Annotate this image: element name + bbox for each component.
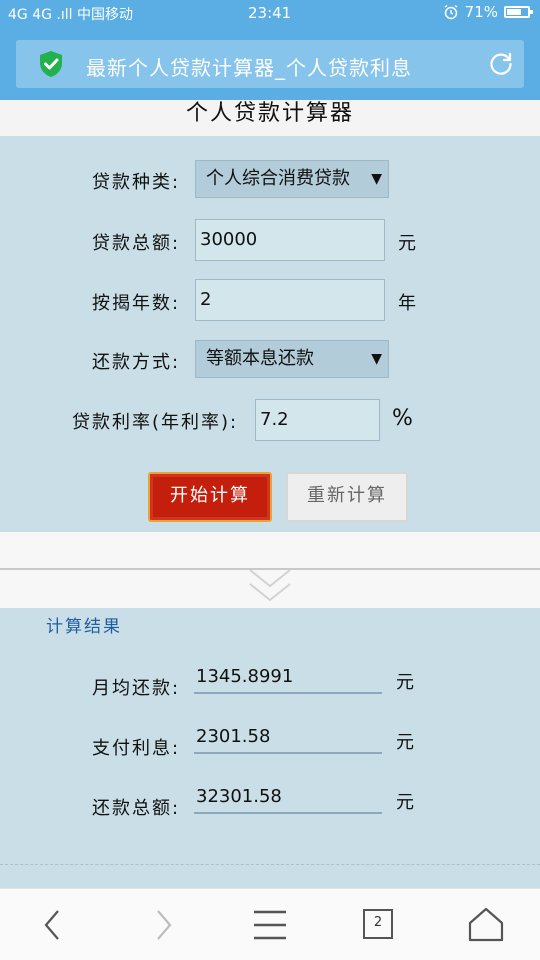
battery-fill (507, 9, 522, 15)
menu-icon[interactable] (248, 903, 292, 947)
section-divider (0, 532, 540, 608)
total-repay-value: 32301.58 (194, 784, 382, 814)
loan-type-value: 个人综合消费贷款 (206, 168, 350, 189)
page-heading-bar: 个人贷款计算器 (0, 100, 540, 136)
browser-header: 最新个人贷款计算器_个人贷款利息 (0, 28, 540, 100)
dashed-divider (0, 864, 540, 865)
dropdown-arrow-icon: ▼ (371, 171, 382, 187)
years-label: 按揭年数: (92, 293, 181, 314)
alarm-clock-icon (444, 4, 458, 20)
repay-method-label: 还款方式: (92, 352, 181, 373)
tab-count: 2 (373, 915, 383, 930)
total-repay-label: 还款总额: (92, 798, 181, 819)
result-section: 计算结果 月均还款: 1345.8991 元 支付利息: 2301.58 元 还… (0, 608, 540, 888)
total-repay-unit: 元 (396, 792, 414, 813)
interest-value: 2301.58 (194, 724, 382, 754)
loan-amount-unit: 元 (398, 233, 416, 254)
tabs-button[interactable]: 2 (356, 903, 400, 947)
clock: 23:41 (248, 4, 292, 22)
refresh-icon[interactable] (488, 51, 514, 77)
years-input[interactable]: 2 (195, 279, 385, 321)
forward-icon[interactable] (140, 903, 184, 947)
loan-form: 贷款种类: 个人综合消费贷款 ▼ 贷款总额: 30000 元 按揭年数: 2 年… (0, 136, 540, 532)
address-bar[interactable]: 最新个人贷款计算器_个人贷款利息 (16, 40, 524, 88)
reset-button[interactable]: 重新计算 (286, 472, 408, 522)
repay-method-select[interactable]: 等额本息还款 ▼ (195, 340, 389, 378)
status-right: 71% (443, 3, 533, 21)
battery-icon (504, 6, 533, 18)
loan-type-select[interactable]: 个人综合消费贷款 ▼ (195, 160, 389, 198)
interest-label: 支付利息: (92, 738, 181, 759)
chevron-down-icon (249, 569, 291, 602)
rate-label: 贷款利率(年利率): (72, 412, 239, 433)
repay-method-value: 等额本息还款 (206, 348, 314, 369)
signal-carrier: 4G 4G .ıll 中国移动 (8, 7, 133, 23)
back-icon[interactable] (32, 903, 76, 947)
shield-check-icon (40, 51, 62, 77)
loan-amount-input[interactable]: 30000 (195, 219, 385, 261)
dropdown-arrow-icon: ▼ (371, 351, 382, 367)
rate-input[interactable]: 7.2 (255, 399, 380, 441)
result-title: 计算结果 (46, 617, 122, 637)
battery-percent: 71% (464, 3, 498, 21)
bottom-nav: 2 (0, 888, 540, 960)
status-bar: 4G 4G .ıll 中国移动 23:41 71% (0, 0, 540, 28)
rate-unit: % (392, 406, 413, 431)
start-calculate-button[interactable]: 开始计算 (148, 472, 272, 522)
monthly-payment-value: 1345.8991 (194, 664, 382, 694)
page-heading: 个人贷款计算器 (185, 101, 354, 126)
loan-amount-label: 贷款总额: (92, 233, 181, 254)
monthly-payment-unit: 元 (396, 672, 414, 693)
home-icon[interactable] (464, 903, 508, 947)
page-title: 最新个人贷款计算器_个人贷款利息 (86, 56, 412, 80)
years-unit: 年 (398, 293, 416, 314)
interest-unit: 元 (396, 732, 414, 753)
loan-type-label: 贷款种类: (92, 172, 181, 193)
monthly-payment-label: 月均还款: (92, 678, 181, 699)
